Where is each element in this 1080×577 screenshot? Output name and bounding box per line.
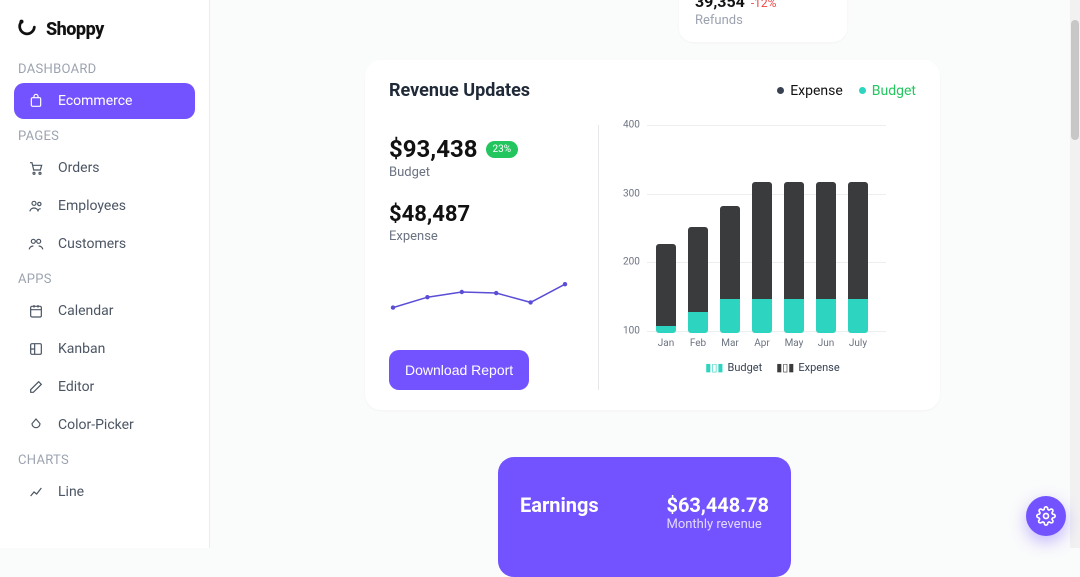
sidebar-item-editor[interactable]: Editor: [14, 369, 195, 405]
sidebar-item-kanban[interactable]: Kanban: [14, 331, 195, 367]
sidebar-item-label: Calendar: [58, 303, 114, 319]
users-icon: [28, 236, 44, 252]
gear-icon: [1036, 506, 1056, 526]
cart-icon: [28, 160, 44, 176]
sidebar-item-customers[interactable]: Customers: [14, 226, 195, 262]
droplet-icon: [28, 417, 44, 433]
bar-column: [848, 127, 868, 333]
dot-icon: [777, 87, 784, 94]
x-tick-label: Apr: [750, 338, 774, 349]
bar-column: [656, 127, 676, 333]
refunds-value: 39,354: [695, 0, 745, 11]
budget-amount: $93,438: [389, 135, 478, 163]
people-icon: [28, 198, 44, 214]
x-tick-label: July: [846, 338, 870, 349]
sidebar-item-label: Editor: [58, 379, 94, 395]
bar-column: [720, 127, 740, 333]
earnings-card: Earnings $63,448.78 Monthly revenue: [498, 457, 791, 577]
main-content: 39,354 -12% Refunds Revenue Updates Expe…: [210, 0, 1080, 548]
sidebar-section-title: DASHBOARD: [8, 54, 201, 81]
budget-label: Budget: [389, 165, 578, 180]
sparkline-chart: [389, 262, 569, 322]
refunds-label: Refunds: [695, 13, 831, 28]
bar-column: [752, 127, 772, 333]
dot-icon: [859, 87, 866, 94]
x-tick-label: Feb: [686, 338, 710, 349]
stacked-bar-chart: 100200300400 JanFebMarAprMayJunJuly: [651, 125, 886, 351]
x-tick-label: Jan: [654, 338, 678, 349]
sidebar-item-label: Ecommerce: [58, 93, 132, 109]
earnings-amount: $63,448.78: [666, 493, 769, 517]
bar-column: [816, 127, 836, 333]
sidebar-item-employees[interactable]: Employees: [14, 188, 195, 224]
bar-chart-legend: ▮▯▮Budget ▮▯▮Expense: [629, 361, 916, 374]
scrollbar-thumb[interactable]: [1071, 20, 1079, 140]
refunds-card: 39,354 -12% Refunds: [679, 0, 847, 42]
y-tick-label: 100: [623, 326, 640, 337]
bar-column: [688, 127, 708, 333]
y-tick-label: 200: [623, 257, 640, 268]
x-tick-label: Jun: [814, 338, 838, 349]
vertical-scrollbar[interactable]: [1070, 0, 1080, 548]
refunds-delta: -12%: [751, 0, 777, 10]
sidebar-item-label: Color-Picker: [58, 417, 134, 433]
sidebar-section-title: PAGES: [8, 121, 201, 148]
sidebar-item-orders[interactable]: Orders: [14, 150, 195, 186]
earnings-sub: Monthly revenue: [666, 517, 769, 532]
sidebar-item-ecommerce[interactable]: Ecommerce: [14, 83, 195, 119]
sidebar-item-label: Kanban: [58, 341, 105, 357]
x-tick-label: Mar: [718, 338, 742, 349]
revenue-title: Revenue Updates: [389, 80, 530, 101]
sidebar-item-label: Orders: [58, 160, 100, 176]
expense-amount: $48,487: [389, 202, 578, 227]
sidebar-item-label: Line: [58, 484, 84, 500]
bag-icon: [28, 93, 44, 109]
revenue-summary: $93,438 23% Budget $48,487 Expense Downl…: [389, 125, 599, 390]
earnings-title: Earnings: [520, 493, 599, 517]
revenue-card: Revenue Updates Expense Budget $93,438 2…: [365, 60, 940, 410]
x-tick-label: May: [782, 338, 806, 349]
sidebar-item-line[interactable]: Line: [14, 474, 195, 510]
sidebar-item-color-picker[interactable]: Color-Picker: [14, 407, 195, 443]
download-report-button[interactable]: Download Report: [389, 350, 529, 390]
revenue-legend: Expense Budget: [777, 83, 916, 99]
sidebar-item-label: Employees: [58, 198, 126, 214]
line-icon: [28, 484, 44, 500]
y-tick-label: 400: [623, 120, 640, 131]
legend-expense: Expense: [777, 83, 843, 99]
brand[interactable]: Shoppy: [8, 14, 201, 54]
board-icon: [28, 341, 44, 357]
logo-icon: [16, 18, 38, 40]
legend-budget: Budget: [859, 83, 916, 99]
sidebar-item-label: Customers: [58, 236, 126, 252]
edit-icon: [28, 379, 44, 395]
settings-button[interactable]: [1026, 496, 1066, 536]
sidebar: Shoppy DASHBOARD Ecommerce PAGES Orders Empl…: [0, 0, 210, 548]
brand-name: Shoppy: [46, 19, 104, 40]
sidebar-section-title: CHARTS: [8, 445, 201, 472]
calendar-icon: [28, 303, 44, 319]
sidebar-item-calendar[interactable]: Calendar: [14, 293, 195, 329]
sidebar-section-title: APPS: [8, 264, 201, 291]
y-tick-label: 300: [623, 188, 640, 199]
budget-pct-badge: 23%: [486, 141, 519, 158]
bar-column: [784, 127, 804, 333]
expense-label: Expense: [389, 229, 578, 244]
